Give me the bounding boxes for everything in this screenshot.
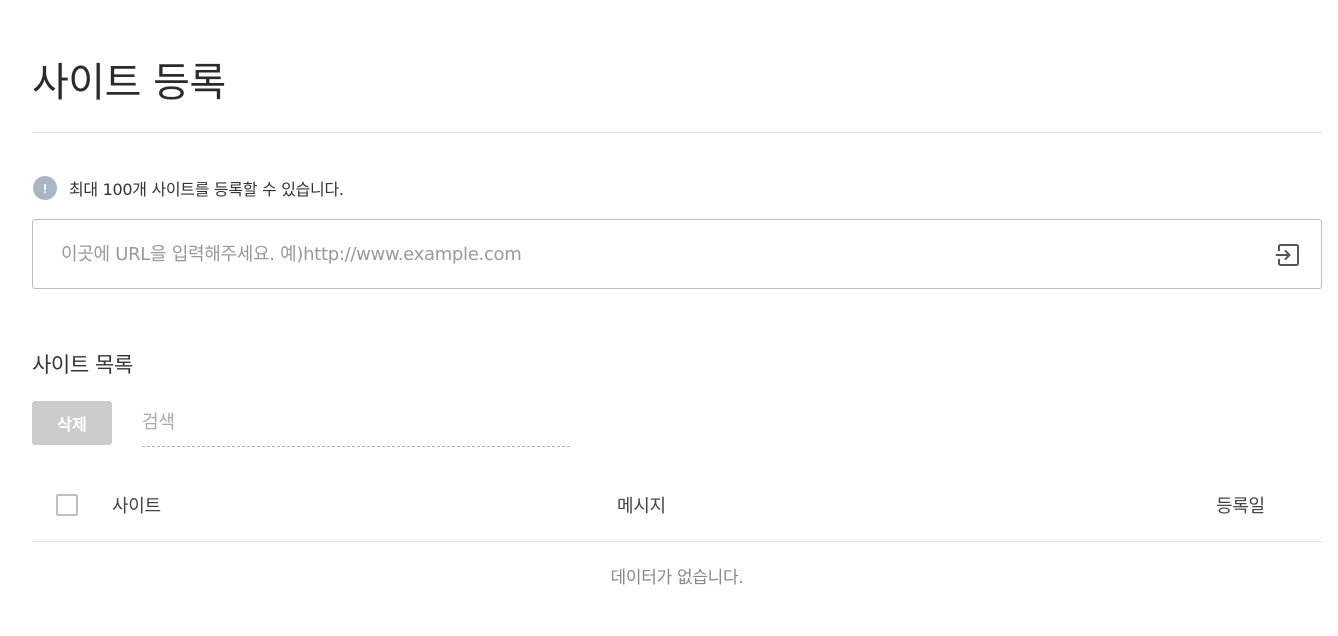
title-divider [32, 132, 1322, 133]
column-header-date[interactable]: 등록일 [1216, 492, 1265, 518]
url-input-box [32, 219, 1322, 289]
select-all-checkbox[interactable] [56, 494, 78, 516]
url-input[interactable] [61, 220, 1241, 288]
empty-state-row: 데이터가 없습니다. [32, 542, 1322, 608]
column-header-message[interactable]: 메시지 [617, 492, 666, 518]
search-input[interactable] [142, 404, 570, 440]
site-list-title: 사이트 목록 [32, 353, 133, 377]
page-title: 사이트 등록 [32, 60, 226, 106]
empty-state-text: 데이터가 없습니다. [610, 567, 744, 588]
enter-icon[interactable] [1275, 242, 1301, 268]
search-field [142, 404, 570, 447]
notice-text: 최대 100개 사이트를 등록할 수 있습니다. [69, 180, 344, 199]
column-header-site[interactable]: 사이트 [112, 492, 161, 518]
notice: ! 최대 100개 사이트를 등록할 수 있습니다. [33, 176, 344, 200]
delete-button[interactable]: 삭제 [32, 401, 112, 445]
exclamation-icon: ! [33, 176, 57, 200]
table-header: 사이트 메시지 등록일 [32, 470, 1322, 542]
